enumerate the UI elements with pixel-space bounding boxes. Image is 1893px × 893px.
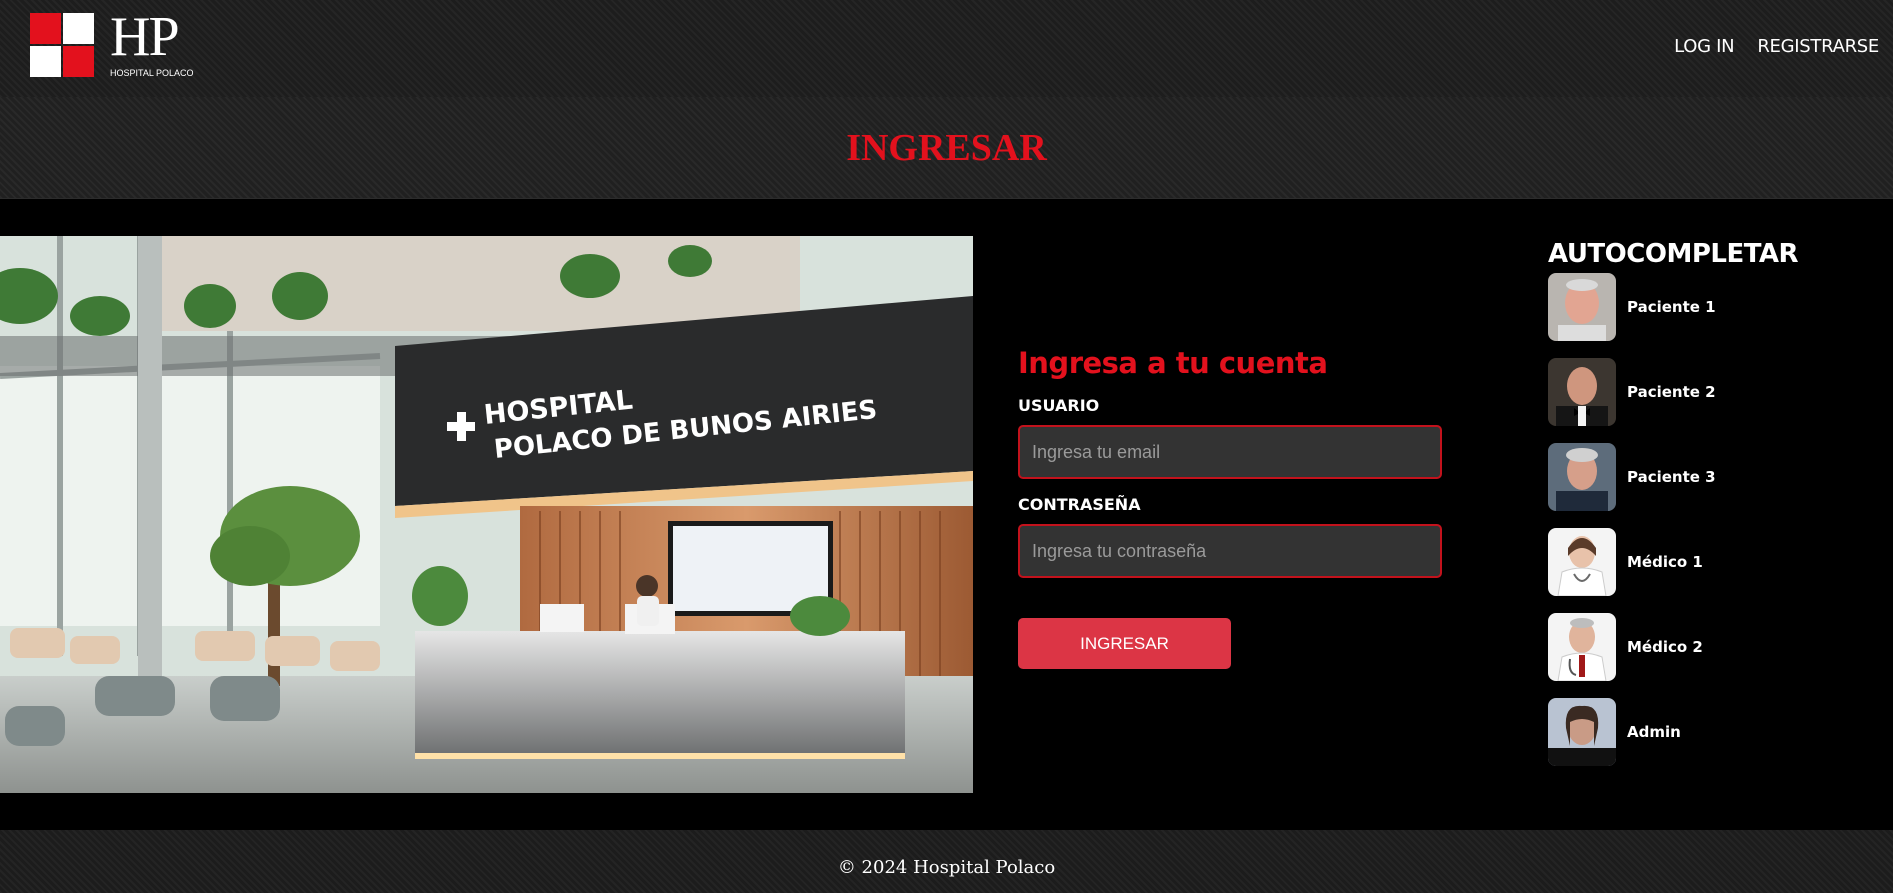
doctor-avatar-icon <box>1548 528 1616 596</box>
login-form: Ingresa a tu cuenta USUARIO CONTRASEÑA I… <box>1018 346 1442 669</box>
register-link[interactable]: REGISTRARSE <box>1757 36 1879 57</box>
hospital-lobby-image: HOSPITAL POLACO DE BUNOS AIRIES <box>0 236 973 793</box>
patient-avatar-icon <box>1548 443 1616 511</box>
autocomplete-item-medico-2[interactable]: Médico 2 <box>1548 613 1703 681</box>
autocomplete-panel: AUTOCOMPLETAR Paciente 1 Paciente 2 Paci… <box>1548 239 1868 766</box>
hospital-logo[interactable]: HP HOSPITAL POLACO <box>30 9 198 81</box>
autocomplete-item-paciente-1[interactable]: Paciente 1 <box>1548 273 1716 341</box>
autocomplete-item-label: Admin <box>1627 723 1681 741</box>
avatar <box>1548 358 1616 426</box>
user-label: USUARIO <box>1018 396 1100 415</box>
page-title: INGRESAR <box>846 127 1047 169</box>
autocomplete-item-label: Paciente 1 <box>1627 298 1716 316</box>
avatar <box>1548 273 1616 341</box>
lobby-illustration: HOSPITAL POLACO DE BUNOS AIRIES <box>0 236 973 793</box>
patient-avatar-icon <box>1548 273 1616 341</box>
main-nav: LOG IN REGISTRARSE <box>1674 36 1879 57</box>
autocomplete-item-paciente-2[interactable]: Paciente 2 <box>1548 358 1716 426</box>
autocomplete-item-paciente-3[interactable]: Paciente 3 <box>1548 443 1716 511</box>
doctor-avatar-icon <box>1548 613 1616 681</box>
autocomplete-title: AUTOCOMPLETAR <box>1548 239 1799 269</box>
autocomplete-item-medico-1[interactable]: Médico 1 <box>1548 528 1703 596</box>
password-label: CONTRASEÑA <box>1018 495 1141 514</box>
password-input[interactable] <box>1018 524 1442 578</box>
logo-letters: HP <box>110 6 180 68</box>
autocomplete-item-label: Paciente 3 <box>1627 468 1716 486</box>
logo-subtitle: HOSPITAL POLACO <box>110 68 194 78</box>
avatar <box>1548 443 1616 511</box>
avatar <box>1548 613 1616 681</box>
admin-avatar-icon <box>1548 698 1616 766</box>
autocomplete-item-admin[interactable]: Admin <box>1548 698 1681 766</box>
autocomplete-item-label: Médico 2 <box>1627 638 1703 656</box>
top-navbar: HP HOSPITAL POLACO LOG IN REGISTRARSE <box>0 0 1893 97</box>
copyright-text: © 2024 Hospital Polaco <box>837 857 1056 878</box>
autocomplete-item-label: Paciente 2 <box>1627 383 1716 401</box>
avatar <box>1548 528 1616 596</box>
logo-square-white <box>30 46 61 77</box>
login-submit-button[interactable]: INGRESAR <box>1018 618 1231 669</box>
email-input[interactable] <box>1018 425 1442 479</box>
autocomplete-item-label: Médico 1 <box>1627 553 1703 571</box>
login-heading: Ingresa a tu cuenta <box>1018 346 1328 380</box>
page-footer: © 2024 Hospital Polaco <box>0 830 1893 893</box>
avatar <box>1548 698 1616 766</box>
logo-square-red <box>30 13 61 44</box>
login-link[interactable]: LOG IN <box>1674 36 1735 57</box>
title-band: INGRESAR <box>0 97 1893 199</box>
logo-square-red <box>63 46 94 77</box>
logo-square-white <box>63 13 94 44</box>
patient-avatar-icon <box>1548 358 1616 426</box>
